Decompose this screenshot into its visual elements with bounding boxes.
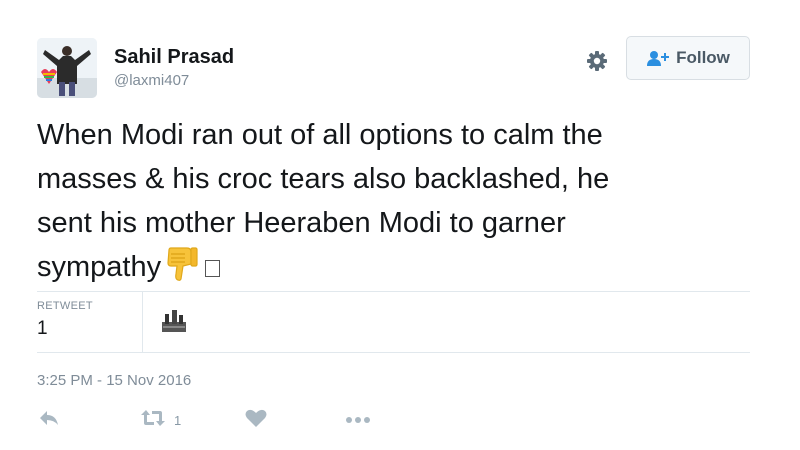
- user-handle[interactable]: @laxmi407: [114, 72, 189, 89]
- tweet-text-line: sent his mother Heeraben Modi to garner: [37, 207, 566, 239]
- divider: [37, 291, 750, 292]
- retweet-button[interactable]: 1: [140, 408, 181, 432]
- tweet-timestamp[interactable]: 3:25 PM - 15 Nov 2016: [37, 372, 191, 389]
- tweet-text: When Modi ran out of all options to calm…: [37, 113, 737, 295]
- avatar[interactable]: [37, 38, 97, 98]
- retweet-stat-count[interactable]: 1: [37, 318, 48, 340]
- reply-button[interactable]: [37, 408, 61, 432]
- thumbs-down-icon: [165, 246, 199, 295]
- user-display-name[interactable]: Sahil Prasad: [114, 46, 234, 69]
- heart-icon: [245, 408, 267, 433]
- gear-icon[interactable]: [584, 48, 610, 74]
- reply-icon: [37, 408, 61, 433]
- more-button[interactable]: [345, 408, 371, 432]
- follow-label: Follow: [676, 48, 730, 67]
- retweet-icon: [140, 408, 166, 433]
- retweet-stat-label[interactable]: RETWEET: [37, 300, 93, 312]
- tweet-text-line: sympathy: [37, 245, 737, 295]
- retweeter-avatar[interactable]: [160, 306, 188, 334]
- tweet-text-last: sympathy: [37, 251, 162, 283]
- add-user-icon: [646, 50, 670, 66]
- follow-button[interactable]: Follow: [626, 36, 750, 80]
- retweet-action-count: 1: [174, 412, 182, 428]
- divider: [37, 352, 750, 353]
- missing-glyph-box: [205, 260, 221, 277]
- more-icon: [345, 411, 371, 429]
- tweet-text-line: When Modi ran out of all options to calm…: [37, 119, 603, 151]
- tweet-text-line: masses & his croc tears also backlashed,…: [37, 163, 610, 195]
- divider: [142, 292, 143, 352]
- like-button[interactable]: [245, 408, 267, 432]
